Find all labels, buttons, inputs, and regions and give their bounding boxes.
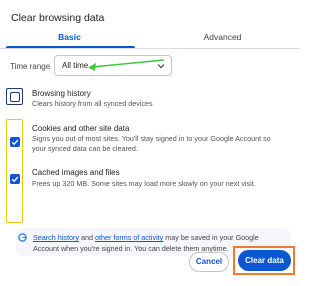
- checkmark-icon: [11, 139, 19, 146]
- info-text-mid2: may be saved in your Google: [163, 233, 259, 242]
- cookies-description-line2: your synced data can be cleared.: [32, 144, 138, 153]
- browsing-history-checkbox[interactable]: [10, 92, 20, 102]
- time-range-label: Time range: [10, 62, 51, 71]
- time-range-value: All time: [62, 61, 89, 70]
- cookies-description-line1: Signs you out of most sites. You'll stay…: [32, 134, 271, 143]
- search-history-link[interactable]: Search history: [33, 233, 79, 242]
- checkmark-icon: [11, 176, 19, 183]
- clear-data-button[interactable]: Clear data: [238, 250, 291, 271]
- browsing-history-title: Browsing history: [32, 89, 91, 98]
- tab-advanced[interactable]: Advanced: [150, 32, 295, 42]
- dialog-title: Clear browsing data: [11, 12, 105, 24]
- info-text-mid1: and: [78, 233, 95, 242]
- cached-images-title: Cached images and files: [32, 168, 120, 177]
- other-activity-link[interactable]: other forms of activity: [95, 233, 163, 242]
- browsing-history-description: Clears history from all synced devices: [32, 99, 153, 108]
- google-g-icon: [18, 233, 27, 242]
- tab-basic[interactable]: Basic: [0, 32, 139, 42]
- cancel-button[interactable]: Cancel: [189, 252, 229, 272]
- cookies-checkbox[interactable]: [10, 137, 20, 147]
- active-tab-indicator: [6, 46, 135, 48]
- cookies-title: Cookies and other site data: [32, 124, 130, 133]
- annotation-highlight-checked: [6, 119, 23, 223]
- annotation-arrow: [88, 59, 165, 71]
- clear-browsing-data-dialog: Clear browsing data Basic Advanced Time …: [0, 0, 300, 286]
- cached-images-description: Frees up 320 MB. Some sites may load mor…: [32, 179, 256, 188]
- cached-images-checkbox[interactable]: [10, 174, 20, 184]
